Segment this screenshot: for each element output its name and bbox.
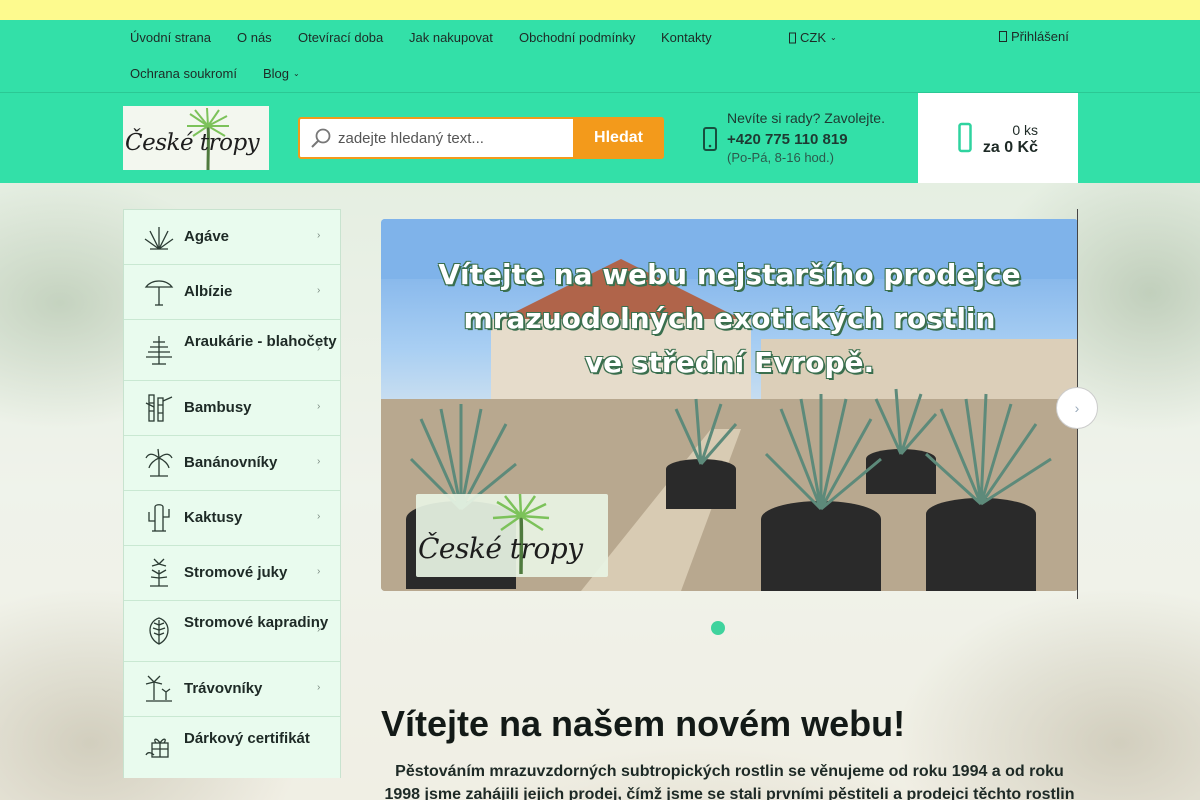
chevron-right-icon: › [317,343,321,354]
category-item[interactable]: Banánovníky › [124,436,340,491]
category-item[interactable]: Albízie › [124,265,340,320]
category-label: Albízie [184,283,233,300]
bamboo-icon [145,394,173,422]
slide-caption-line: Vítejte na webu nejstaršího prodejce [438,258,1021,291]
category-item[interactable]: Trávovníky › [124,662,340,717]
category-label: Bambusy [184,399,252,416]
top-navigation: Úvodní strana O nás Otevírací doba Jak n… [0,20,1200,93]
cart-widget[interactable]: 0 ks za 0 Kč [918,93,1078,183]
slide-caption-line: mrazuodolných exotických rostlin [463,302,996,335]
login-label: Přihlášení [1011,29,1069,44]
cart-quantity: 0 ks [1012,122,1038,138]
category-label: Stromové juky [184,564,288,581]
nav-link-privacy[interactable]: Ochrana soukromí [130,66,237,81]
category-item[interactable]: Dárkový certifikát [124,717,340,778]
intro-paragraph: Pěstováním mrazuvzdorných subtropických … [384,763,1075,800]
login-icon [999,31,1007,42]
logo-text: České tropy [125,130,260,156]
chevron-right-icon: › [317,401,321,412]
search-bar: Hledat [298,117,664,159]
chevron-right-icon: › [317,511,321,522]
category-item[interactable]: Kaktusy › [124,491,340,546]
slide-caption: Vítejte na webu nejstaršího prodejce mra… [381,253,1078,385]
header: České tropy Hledat Nevíte si rady? Zavol… [0,93,1200,183]
nav-link-terms[interactable]: Obchodní podmínky [519,30,635,45]
login-link[interactable]: Přihlášení [999,29,1069,44]
chevron-down-icon: ⌄ [293,69,300,78]
chevron-right-icon: › [1074,400,1080,416]
search-input[interactable] [338,119,572,157]
chevron-right-icon: › [317,566,321,577]
category-label: Agáve [184,228,230,245]
nav-link-contacts[interactable]: Kontakty [661,30,712,45]
nav-link-how-to-buy[interactable]: Jak nakupovat [409,30,493,45]
nav-link-opening-hours[interactable]: Otevírací doba [298,30,383,45]
help-hours: (Po-Pá, 8-16 hod.) [727,150,834,165]
slide-logo: České tropy [416,494,608,577]
currency-label: CZK [800,30,826,45]
help-question: Nevíte si rady? Zavolejte. [727,110,885,126]
chevron-right-icon: › [317,285,321,296]
nav-link-home[interactable]: Úvodní strana [130,30,211,45]
nav-link-blog[interactable]: Blog ⌄ [263,66,300,81]
top-strip [0,0,1200,20]
category-label: Stromové kapradiny [184,614,329,631]
chevron-down-icon: ⌄ [830,33,837,42]
yucca-icon [150,558,168,587]
slider-dot-active[interactable] [711,621,725,635]
search-button[interactable]: Hledat [573,117,664,159]
chevron-right-icon: › [317,456,321,467]
category-item[interactable]: Stromové kapradiny › [124,601,340,662]
currency-selector[interactable]: CZK ⌄ [789,30,837,45]
albizia-icon [144,280,174,306]
chevron-right-icon: › [317,230,321,241]
category-item[interactable]: Araukárie - blahočety › [124,320,340,381]
fern-icon [149,617,169,645]
slider-next-button[interactable]: › [1056,387,1098,429]
agave-icon [144,227,174,250]
help-phone[interactable]: +420 775 110 819 [727,131,848,148]
blog-label: Blog [263,66,290,81]
phone-icon [703,127,717,151]
welcome-heading: Vítejte na našem novém webu! [381,703,906,744]
chevron-right-icon: › [317,624,321,635]
category-item[interactable]: Bambusy › [124,381,340,436]
chevron-right-icon: › [317,682,321,693]
category-label: Banánovníky [184,454,278,471]
cart-total: za 0 Kč [982,139,1038,156]
site-logo[interactable]: České tropy [123,106,269,170]
slide-caption-line: ve střední Evropě. [584,346,875,379]
category-sidebar: Agáve › Albízie › Araukárie - blahočety … [123,209,341,778]
slide-logo-text: České tropy [418,532,583,565]
gift-icon [145,738,169,758]
nav-link-about[interactable]: O nás [237,30,272,45]
money-icon [789,32,796,44]
cactus-icon [148,504,170,532]
category-label: Kaktusy [184,509,243,526]
araucaria-icon [146,336,172,365]
cart-icon [958,122,972,153]
hero-slider[interactable]: Vítejte na webu nejstaršího prodejce mra… [381,219,1078,591]
category-label: Trávovníky [184,680,263,697]
banana-icon [145,448,173,477]
category-item[interactable]: Stromové juky › [124,546,340,601]
search-icon [311,128,331,148]
cordyline-icon [145,675,172,702]
category-item[interactable]: Agáve › [124,210,340,265]
category-label: Araukárie - blahočety [184,333,337,350]
category-label: Dárkový certifikát [184,730,310,747]
